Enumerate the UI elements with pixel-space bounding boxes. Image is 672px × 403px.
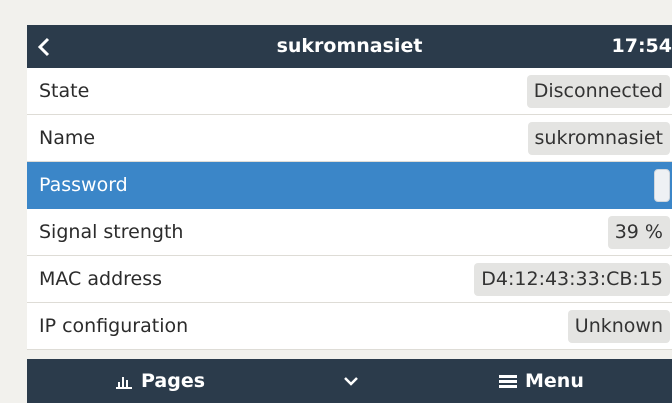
row-label: Password <box>39 174 128 196</box>
settings-list: State Disconnected Name sukromnasiet Pas… <box>27 68 672 350</box>
chevron-down-icon <box>344 377 358 386</box>
row-label: Signal strength <box>39 221 184 243</box>
page-title: sukromnasiet <box>276 35 423 57</box>
row-label: MAC address <box>39 268 163 290</box>
menu-label: Menu <box>525 370 584 392</box>
row-signal-strength[interactable]: Signal strength 39 % <box>27 209 672 256</box>
pages-label: Pages <box>141 370 206 392</box>
row-label: State <box>39 80 90 102</box>
row-value: Unknown <box>567 310 670 343</box>
scroll-down-button[interactable] <box>343 359 359 403</box>
row-mac-address[interactable]: MAC address D4:12:43:33:CB:15 <box>27 256 672 303</box>
top-bar: sukromnasiet 17:54 <box>27 25 672 68</box>
back-button[interactable] <box>37 25 67 68</box>
row-value: sukromnasiet <box>527 122 670 155</box>
row-state[interactable]: State Disconnected <box>27 68 672 115</box>
device-screen: sukromnasiet 17:54 State Disconnected Na… <box>27 25 672 403</box>
clock: 17:54 <box>611 35 672 57</box>
bar-chart-icon <box>116 377 132 389</box>
row-label: Name <box>39 127 96 149</box>
bottom-bar: Pages Menu <box>27 359 672 403</box>
row-value: D4:12:43:33:CB:15 <box>474 263 670 296</box>
menu-button[interactable]: Menu <box>499 359 584 403</box>
row-password[interactable]: Password <box>27 162 672 209</box>
row-value: 39 % <box>607 216 670 249</box>
password-field[interactable] <box>654 169 670 202</box>
row-label: IP configuration <box>39 315 189 337</box>
row-value: Disconnected <box>526 75 670 108</box>
pages-button[interactable]: Pages <box>115 359 205 403</box>
row-name[interactable]: Name sukromnasiet <box>27 115 672 162</box>
row-ip-configuration[interactable]: IP configuration Unknown <box>27 303 672 350</box>
hamburger-icon <box>499 375 517 388</box>
chevron-left-icon <box>37 37 50 56</box>
